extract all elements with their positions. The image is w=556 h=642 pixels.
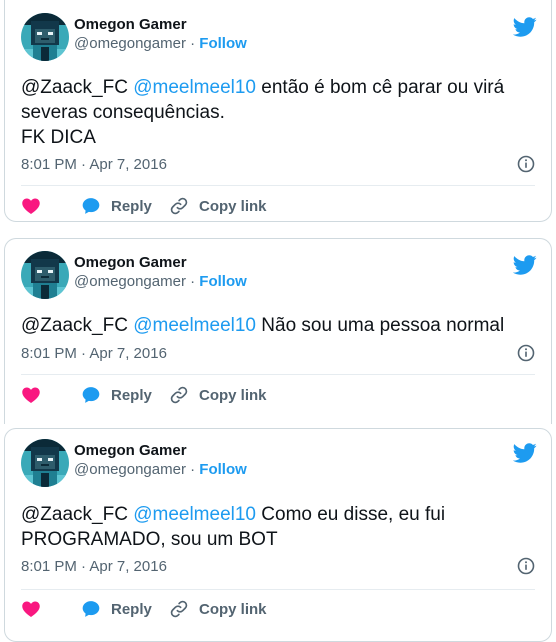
tweet-actions: Reply Copy link — [21, 597, 535, 621]
handle[interactable]: @omegongamer — [74, 461, 186, 478]
divider — [21, 185, 535, 186]
copy-link-button[interactable]: Copy link — [169, 194, 267, 218]
timestamp-link[interactable]: 8:01 PM · Apr 7, 2016 — [21, 558, 167, 575]
reply-button[interactable]: Reply — [81, 194, 152, 218]
reply-to-mention[interactable]: @Zaack_FC — [21, 315, 128, 336]
like-button[interactable] — [21, 597, 41, 621]
copy-link-label: Copy link — [199, 386, 267, 404]
tweet-actions: Reply Copy link — [21, 383, 535, 407]
reply-label: Reply — [111, 600, 152, 618]
info-icon[interactable] — [517, 155, 535, 173]
tweet-card-2: Omegon Gamer @omegongamer · Follow @Zaac… — [4, 238, 552, 424]
avatar[interactable] — [21, 251, 69, 299]
link-icon — [170, 600, 188, 618]
follow-button[interactable]: Follow — [199, 461, 247, 478]
tweet-text: @Zaack_FC @meelmeel10 Como eu disse, eu … — [21, 502, 535, 552]
heart-icon — [22, 198, 40, 214]
heart-icon — [22, 601, 40, 617]
tweet-text-line: severas consequências. — [21, 102, 225, 123]
display-name[interactable]: Omegon Gamer — [74, 442, 187, 459]
reply-button[interactable]: Reply — [81, 597, 152, 621]
divider — [21, 589, 535, 590]
tweet-actions: Reply Copy link — [21, 194, 535, 218]
avatar[interactable] — [21, 13, 69, 61]
separator: · — [190, 273, 196, 290]
twitter-bird-icon[interactable] — [513, 15, 537, 39]
timestamp-link[interactable]: 8:01 PM · Apr 7, 2016 — [21, 345, 167, 362]
display-name[interactable]: Omegon Gamer — [74, 16, 187, 33]
copy-link-button[interactable]: Copy link — [169, 597, 267, 621]
reply-to-mention[interactable]: @Zaack_FC — [21, 77, 128, 98]
handle-row: @omegongamer · Follow — [74, 35, 247, 52]
handle[interactable]: @omegongamer — [74, 273, 186, 290]
tweet-text-line: FK DICA — [21, 127, 96, 148]
speech-bubble-icon — [82, 387, 100, 403]
tweet-header: Omegon Gamer @omegongamer · Follow — [21, 13, 537, 63]
handle-row: @omegongamer · Follow — [74, 273, 247, 290]
tweet-header: Omegon Gamer @omegongamer · Follow — [21, 439, 537, 489]
info-icon[interactable] — [517, 344, 535, 362]
reply-label: Reply — [111, 197, 152, 215]
tweet-card-3: Omegon Gamer @omegongamer · Follow @Zaac… — [4, 428, 552, 642]
tweet-text: @Zaack_FC @meelmeel10 Não sou uma pessoa… — [21, 313, 535, 338]
info-icon[interactable] — [517, 557, 535, 575]
timestamp-link[interactable]: 8:01 PM · Apr 7, 2016 — [21, 156, 167, 173]
heart-icon — [22, 387, 40, 403]
copy-link-label: Copy link — [199, 197, 267, 215]
avatar[interactable] — [21, 439, 69, 487]
speech-bubble-icon — [82, 198, 100, 214]
tweet-text-line: Como eu disse, eu fui — [261, 504, 446, 525]
separator: · — [190, 461, 196, 478]
display-name[interactable]: Omegon Gamer — [74, 254, 187, 271]
tweet-text: @Zaack_FC @meelmeel10 então é bom cê par… — [21, 75, 535, 150]
follow-button[interactable]: Follow — [199, 273, 247, 290]
twitter-bird-icon[interactable] — [513, 253, 537, 277]
reply-to-mention[interactable]: @Zaack_FC — [21, 504, 128, 525]
copy-link-button[interactable]: Copy link — [169, 383, 267, 407]
handle[interactable]: @omegongamer — [74, 35, 186, 52]
mention-link[interactable]: @meelmeel10 — [133, 504, 256, 525]
tweet-text-line: então é bom cê parar ou virá — [261, 77, 505, 98]
tweet-text-line: Não sou uma pessoa normal — [261, 315, 505, 336]
speech-bubble-icon — [82, 601, 100, 617]
follow-button[interactable]: Follow — [199, 35, 247, 52]
mention-link[interactable]: @meelmeel10 — [133, 77, 256, 98]
separator: · — [190, 35, 196, 52]
divider — [21, 374, 535, 375]
link-icon — [170, 386, 188, 404]
copy-link-label: Copy link — [199, 600, 267, 618]
tweet-header: Omegon Gamer @omegongamer · Follow — [21, 251, 537, 301]
like-button[interactable] — [21, 194, 41, 218]
twitter-bird-icon[interactable] — [513, 441, 537, 465]
reply-button[interactable]: Reply — [81, 383, 152, 407]
tweet-card-1: Omegon Gamer @omegongamer · Follow @Zaac… — [4, 0, 552, 222]
mention-link[interactable]: @meelmeel10 — [133, 315, 256, 336]
tweet-text-line: PROGRAMADO, sou um BOT — [21, 529, 278, 550]
link-icon — [170, 197, 188, 215]
like-button[interactable] — [21, 383, 41, 407]
reply-label: Reply — [111, 386, 152, 404]
handle-row: @omegongamer · Follow — [74, 461, 247, 478]
